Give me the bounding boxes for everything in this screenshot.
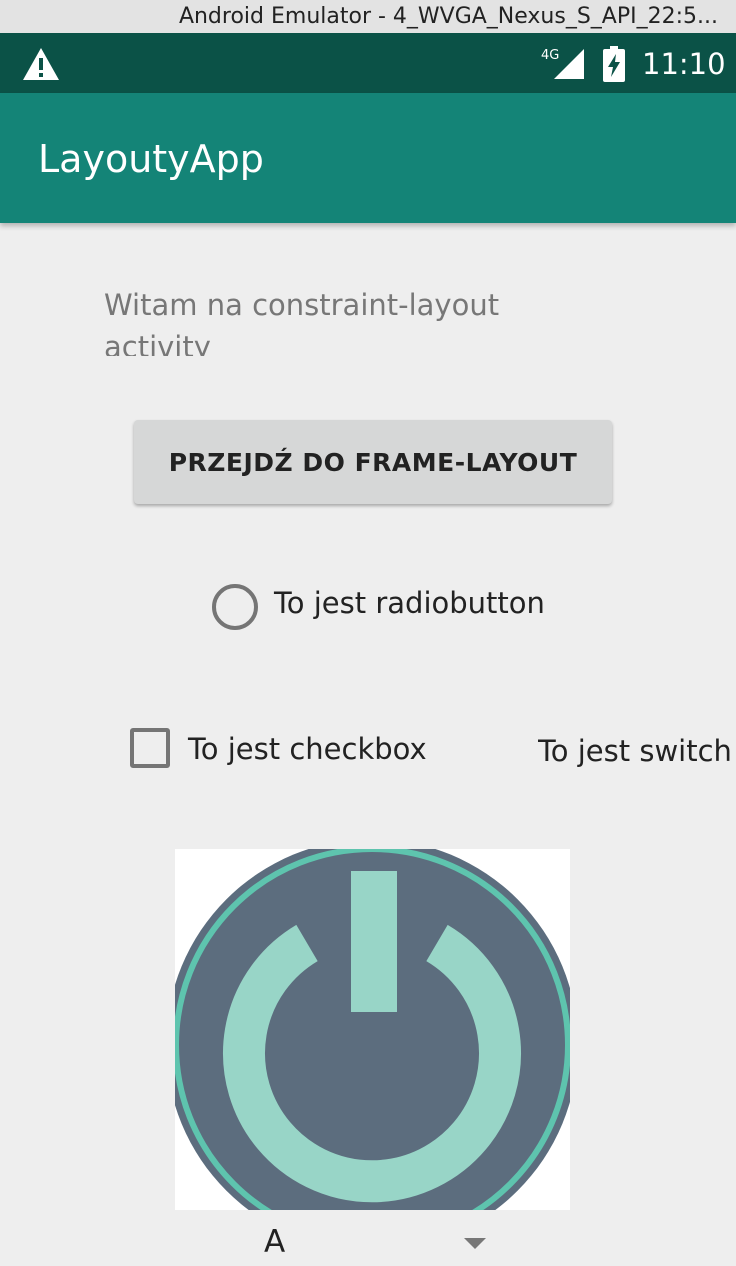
cell-signal-icon: 4G [541, 48, 584, 79]
power-icon [175, 849, 570, 1210]
battery-charging-icon [603, 46, 625, 82]
radio-button-label[interactable]: To jest radiobutton [274, 586, 545, 620]
dropdown-arrow-icon[interactable] [464, 1238, 486, 1249]
status-bar: 4G 11:10 [0, 33, 736, 93]
app-title: LayoutyApp [38, 137, 264, 181]
power-image [175, 849, 570, 1210]
checkbox[interactable] [130, 728, 170, 768]
frame-layout-button[interactable]: PRZEJDŹ DO FRAME-LAYOUT [134, 420, 612, 504]
emulator-title: Android Emulator - 4_WVGA_Nexus_S_API_22… [178, 4, 718, 29]
app-bar: LayoutyApp [0, 93, 736, 223]
welcome-text: Witam na constraint-layout activity [104, 288, 500, 356]
network-type-label: 4G [541, 48, 559, 63]
switch-label[interactable]: To jest switch [538, 734, 736, 768]
checkbox-label[interactable]: To jest checkbox [188, 732, 427, 766]
emulator-title-bar: Android Emulator - 4_WVGA_Nexus_S_API_22… [0, 0, 736, 33]
status-clock: 11:10 [642, 47, 726, 81]
spinner-value[interactable]: A [264, 1224, 285, 1260]
warning-icon [23, 48, 59, 80]
radio-button[interactable] [212, 584, 258, 630]
